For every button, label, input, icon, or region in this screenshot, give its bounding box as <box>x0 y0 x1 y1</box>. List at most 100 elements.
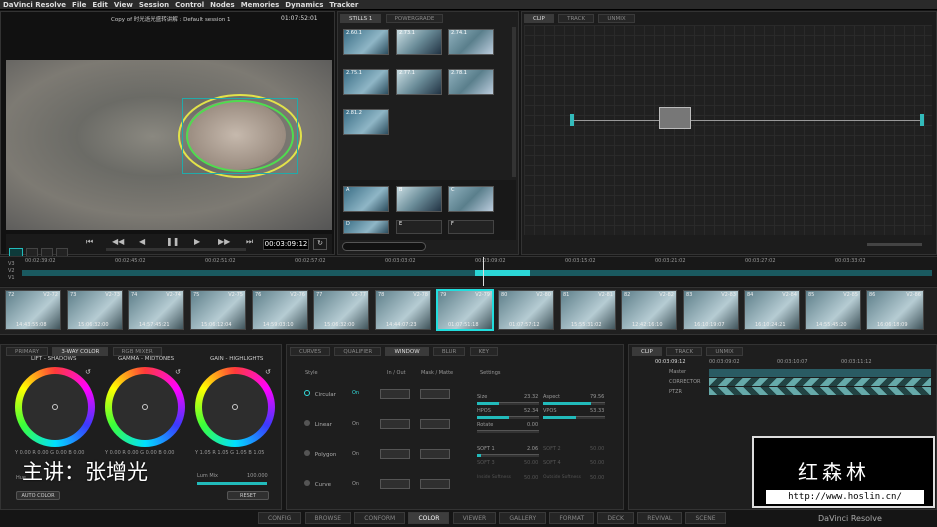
window-row-linear[interactable]: Linear <box>304 420 332 428</box>
play-reverse-icon[interactable]: ◀ <box>139 237 145 246</box>
invert-toggle[interactable] <box>380 419 410 429</box>
timeline-clip[interactable]: 75 V2-75 15:06:12:04 <box>190 290 246 330</box>
tab-curves[interactable]: CURVES <box>290 347 331 356</box>
step-forward-icon[interactable]: ▶▶ <box>218 237 230 246</box>
tab-kf-unmix[interactable]: UNMIX <box>706 347 743 356</box>
memory-slot[interactable]: B <box>396 186 442 212</box>
still-thumb[interactable]: 2.74.1 <box>448 29 494 55</box>
gamma-puck[interactable] <box>142 404 148 410</box>
lift-puck[interactable] <box>52 404 58 410</box>
setting-value[interactable]: 50.00 <box>590 446 604 452</box>
playhead[interactable] <box>483 257 484 286</box>
still-thumb[interactable]: 2.77.1 <box>396 69 442 95</box>
tab-scene[interactable]: SCENE <box>685 512 726 524</box>
tab-browse[interactable]: BROWSE <box>304 512 352 524</box>
tab-rgb-mixer[interactable]: RGB MIXER <box>112 347 162 356</box>
menu-app[interactable]: DaVinci Resolve <box>3 1 66 9</box>
tab-color[interactable]: COLOR <box>408 512 450 524</box>
output-node[interactable] <box>920 114 924 126</box>
linear-radio[interactable] <box>304 420 310 426</box>
stills-search-input[interactable] <box>342 242 426 251</box>
timeline-ruler[interactable]: V3 V2 V1 00:02:39:02 00:02:45:02 00:02:5… <box>0 256 937 286</box>
menu-memories[interactable]: Memories <box>241 1 280 9</box>
rewind-start-icon[interactable]: ⏮ <box>86 237 93 247</box>
on-checkbox-label[interactable]: On <box>352 390 359 396</box>
gamma-reset-icon[interactable]: ↺ <box>175 368 181 376</box>
tab-window[interactable]: WINDOW <box>385 347 429 356</box>
lift-reset-icon[interactable]: ↺ <box>85 368 91 376</box>
keyframe-track-ptzr[interactable] <box>709 387 931 395</box>
lum-mix-slider[interactable] <box>197 482 267 485</box>
setting-value[interactable]: 79.56 <box>590 394 604 400</box>
window-row-circular[interactable]: Circular <box>304 390 336 398</box>
rotate-slider[interactable] <box>477 430 539 433</box>
timeline-clip[interactable]: 76 V2-76 14:59:03:10 <box>252 290 308 330</box>
menu-control[interactable]: Control <box>175 1 204 9</box>
memory-slot[interactable]: D <box>343 220 389 234</box>
tab-unmix[interactable]: UNMIX <box>598 14 635 23</box>
setting-value[interactable]: 2.06 <box>527 446 538 452</box>
reset-button[interactable]: RESET <box>227 491 269 500</box>
setting-value[interactable]: 50.00 <box>590 460 604 466</box>
menu-edit[interactable]: Edit <box>92 1 108 9</box>
tab-qualifier[interactable]: QUALIFIER <box>334 347 382 356</box>
tab-conform[interactable]: CONFORM <box>354 512 406 524</box>
timeline-clip-selected[interactable]: 79 V2-79 01:07:51:18 <box>436 289 494 331</box>
mask-toggle[interactable] <box>420 449 450 459</box>
lift-wheel[interactable] <box>15 367 95 447</box>
aspect-slider[interactable] <box>543 402 605 405</box>
polygon-radio[interactable] <box>304 450 310 456</box>
setting-value[interactable]: 23.32 <box>524 394 538 400</box>
corrector-node[interactable] <box>659 107 691 129</box>
tab-blur[interactable]: BLUR <box>432 347 466 356</box>
memory-slot[interactable]: A <box>343 186 389 212</box>
window-row-curve[interactable]: Curve <box>304 480 331 488</box>
pause-icon[interactable]: ❚❚ <box>166 237 179 246</box>
menu-session[interactable]: Session <box>139 1 169 9</box>
tab-kf-track[interactable]: TRACK <box>666 347 703 356</box>
mask-toggle[interactable] <box>420 479 450 489</box>
tab-stills1[interactable]: STILLS 1 <box>340 14 382 23</box>
still-thumb[interactable]: 2.75.1 <box>343 69 389 95</box>
memory-slot[interactable]: F <box>448 220 494 234</box>
timeline-clip[interactable]: 78 V2-78 14:44:07:23 <box>375 290 431 330</box>
menu-tracker[interactable]: Tracker <box>329 1 358 9</box>
tab-kf-clip[interactable]: CLIP <box>632 347 662 356</box>
timeline-clip[interactable]: 77 V2-77 15:06:32:00 <box>313 290 369 330</box>
kf-row-ptzr[interactable]: PTZR <box>669 389 682 395</box>
play-icon[interactable]: ▶ <box>194 237 200 246</box>
setting-value[interactable]: 50.00 <box>524 460 538 466</box>
tab-powergrade[interactable]: POWERGRADE <box>385 14 444 23</box>
setting-value[interactable]: 50.00 <box>524 475 538 481</box>
tab-config[interactable]: CONFIG <box>258 512 302 524</box>
input-node[interactable] <box>570 114 574 126</box>
still-thumb[interactable]: 2.73.1 <box>396 29 442 55</box>
tab-viewer[interactable]: VIEWER <box>452 512 497 524</box>
gamma-wheel[interactable] <box>105 367 185 447</box>
setting-value[interactable]: 52.34 <box>524 408 538 414</box>
node-canvas[interactable] <box>524 25 932 235</box>
still-thumb[interactable]: 2.60.1 <box>343 29 389 55</box>
timeline-clip[interactable]: 74 V2-74 14:57:45:21 <box>128 290 184 330</box>
tab-key[interactable]: KEY <box>469 347 499 356</box>
memory-slot[interactable]: E <box>396 220 442 234</box>
stills-scrollbar[interactable] <box>512 27 516 177</box>
setting-value[interactable]: 0.00 <box>527 422 538 428</box>
timeline-clip[interactable]: 81 V2-81 15:55:31:02 <box>560 290 616 330</box>
curve-radio[interactable] <box>304 480 310 486</box>
tab-revival[interactable]: REVIVAL <box>637 512 683 524</box>
size-slider[interactable] <box>477 402 539 405</box>
tab-gallery[interactable]: GALLERY <box>499 512 547 524</box>
tab-primary[interactable]: PRIMARY <box>6 347 49 356</box>
timeline-clip[interactable]: 86 V2-86 16:06:18:09 <box>866 290 924 330</box>
step-back-icon[interactable]: ◀◀ <box>112 237 124 246</box>
menu-file[interactable]: File <box>72 1 86 9</box>
timeline-clip[interactable]: 80 V2-80 01:07:57:12 <box>498 290 554 330</box>
on-checkbox-label[interactable]: On <box>352 481 359 487</box>
mask-toggle[interactable] <box>420 389 450 399</box>
vpos-slider[interactable] <box>543 416 605 419</box>
keyframe-track-master[interactable] <box>709 369 931 377</box>
tab-clip[interactable]: CLIP <box>524 14 554 23</box>
gain-puck[interactable] <box>232 404 238 410</box>
tab-3way-color[interactable]: 3-WAY COLOR <box>52 347 109 356</box>
